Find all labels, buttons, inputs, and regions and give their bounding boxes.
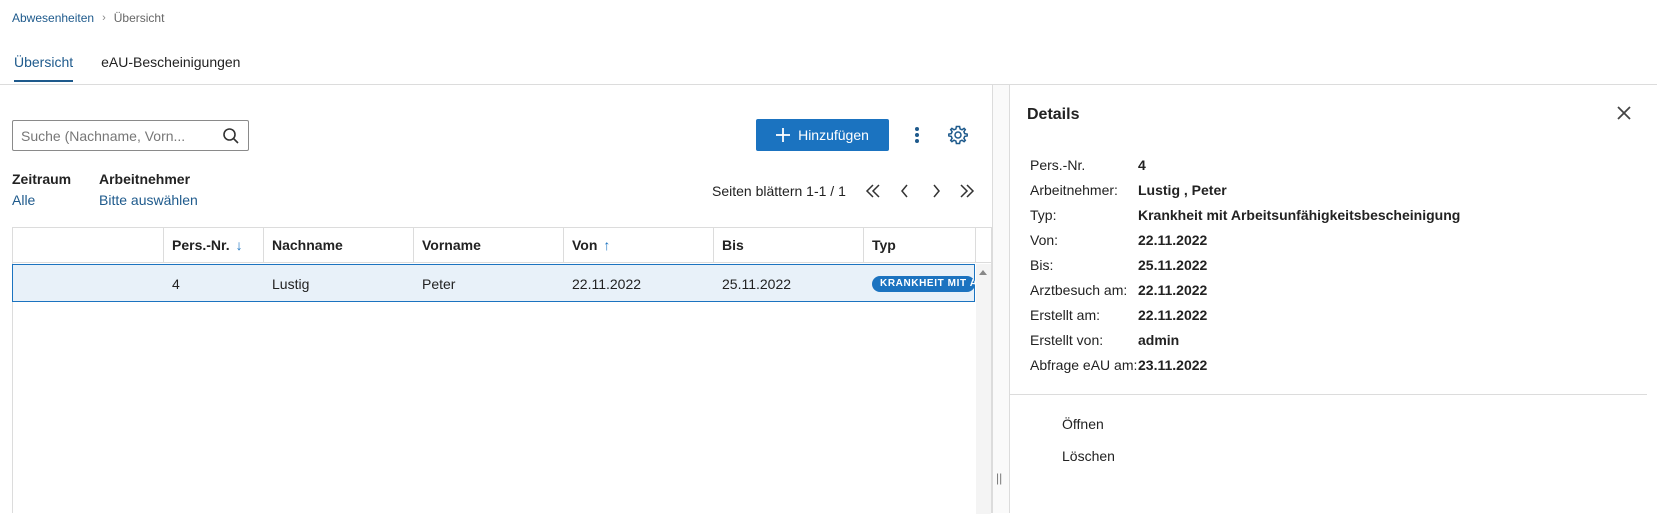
header-vorname[interactable]: Vorname	[413, 228, 563, 263]
splitter-grip-icon: ||	[996, 471, 1003, 485]
detail-value-von: 22.11.2022	[1138, 232, 1208, 248]
breadcrumb-link-abwesenheiten[interactable]: Abwesenheiten	[12, 11, 94, 25]
filter-arbeitnehmer-value[interactable]: Bitte auswählen	[99, 192, 198, 208]
scroll-up-icon[interactable]	[979, 270, 987, 275]
header-typ-label: Typ	[872, 237, 896, 253]
kebab-icon	[915, 127, 919, 143]
cell-nachname: Lustig	[272, 276, 310, 292]
detail-label-bis: Bis:	[1030, 257, 1054, 273]
detail-label-erstellt-von: Erstellt von:	[1030, 332, 1104, 348]
sort-down-icon: ↓	[235, 237, 243, 253]
double-chevron-left-icon	[865, 184, 880, 198]
header-bis[interactable]: Bis	[713, 228, 863, 263]
header-nachname[interactable]: Nachname	[263, 228, 413, 263]
open-action[interactable]: Öffnen	[1062, 416, 1104, 432]
sort-up-icon: ↑	[603, 237, 611, 253]
breadcrumb-current: Übersicht	[113, 11, 165, 25]
detail-value-arztbesuch: 22.11.2022	[1138, 282, 1208, 298]
gear-icon[interactable]	[947, 124, 969, 146]
breadcrumb: Abwesenheiten › Übersicht	[12, 11, 164, 25]
details-title: Details	[1027, 106, 1080, 123]
add-button-label: Hinzufügen	[798, 127, 869, 143]
table-header: Pers.-Nr. ↓ Nachname Vorname Von ↑ Bis T…	[13, 228, 991, 263]
table-scrollbar[interactable]	[976, 264, 991, 514]
pager-info: Seiten blättern 1-1 / 1	[712, 183, 846, 199]
tab-eau-bescheinigungen[interactable]: eAU-Bescheinigungen	[87, 48, 254, 82]
tab-divider	[0, 84, 1657, 85]
detail-label-von: Von:	[1030, 232, 1059, 248]
header-spacer	[975, 228, 992, 263]
detail-label-arbeitnehmer: Arbeitnehmer:	[1030, 182, 1118, 198]
header-bis-label: Bis	[722, 237, 744, 253]
tab-uebersicht[interactable]: Übersicht	[0, 48, 87, 82]
add-button[interactable]: Hinzufügen	[756, 119, 889, 151]
close-icon[interactable]	[1615, 104, 1633, 122]
detail-value-bis: 25.11.2022	[1138, 257, 1208, 273]
search-icon[interactable]	[222, 127, 240, 145]
cell-pers-nr: 4	[172, 276, 180, 292]
search-box	[12, 120, 249, 151]
tab-bar: Übersicht eAU-Bescheinigungen	[0, 48, 254, 82]
header-vorname-label: Vorname	[422, 237, 481, 253]
table-row[interactable]: 4 Lustig Peter 22.11.2022 25.11.2022 KRA…	[12, 264, 975, 302]
header-select[interactable]	[13, 228, 163, 263]
plus-icon	[776, 128, 791, 142]
pager-next-button[interactable]	[925, 180, 947, 202]
panel-splitter[interactable]: ||	[992, 85, 1010, 513]
pager-first-button[interactable]	[862, 180, 884, 202]
absences-table: Pers.-Nr. ↓ Nachname Vorname Von ↑ Bis T…	[12, 227, 992, 514]
header-pers-nr[interactable]: Pers.-Nr. ↓	[163, 228, 263, 263]
detail-value-arbeitnehmer: Lustig , Peter	[1138, 182, 1227, 198]
cell-vorname: Peter	[422, 276, 456, 292]
filter-zeitraum-value[interactable]: Alle	[12, 192, 35, 208]
details-divider	[1010, 394, 1647, 395]
delete-action[interactable]: Löschen	[1062, 448, 1115, 464]
detail-label-typ: Typ:	[1030, 207, 1057, 223]
filter-arbeitnehmer-label: Arbeitnehmer	[99, 171, 191, 187]
cell-bis: 25.11.2022	[722, 276, 792, 292]
detail-value-erstellt-von: admin	[1138, 332, 1180, 348]
double-chevron-right-icon	[960, 184, 975, 198]
header-typ[interactable]: Typ	[863, 228, 975, 263]
header-von[interactable]: Von ↑	[563, 228, 713, 263]
cell-von: 22.11.2022	[572, 276, 642, 292]
search-input[interactable]	[13, 121, 213, 150]
filter-zeitraum-label: Zeitraum	[12, 171, 72, 187]
detail-label-abfrage-eau: Abfrage eAU am:	[1030, 357, 1138, 373]
detail-value-typ: Krankheit mit Arbeitsunfähigkeitsbeschei…	[1138, 207, 1461, 223]
detail-value-erstellt-am: 22.11.2022	[1138, 307, 1208, 323]
header-pers-nr-label: Pers.-Nr.	[172, 237, 230, 253]
detail-label-arztbesuch: Arztbesuch am:	[1030, 282, 1128, 298]
type-badge: KRANKHEIT MIT ARBEITSUNFÄHIGKEITSBESCHEI…	[872, 276, 975, 292]
detail-label-pers-nr: Pers.-Nr.	[1030, 157, 1086, 173]
pager-last-button[interactable]	[956, 180, 978, 202]
more-options-button[interactable]	[910, 124, 924, 146]
pager-prev-button[interactable]	[894, 180, 916, 202]
detail-value-abfrage-eau: 23.11.2022	[1138, 357, 1208, 373]
header-von-label: Von	[572, 237, 598, 253]
detail-label-erstellt-am: Erstellt am:	[1030, 307, 1101, 323]
header-nachname-label: Nachname	[272, 237, 343, 253]
chevron-left-icon	[901, 184, 908, 198]
chevron-right-icon	[933, 184, 940, 198]
chevron-right-icon: ›	[102, 12, 106, 24]
detail-value-pers-nr: 4	[1138, 157, 1146, 173]
